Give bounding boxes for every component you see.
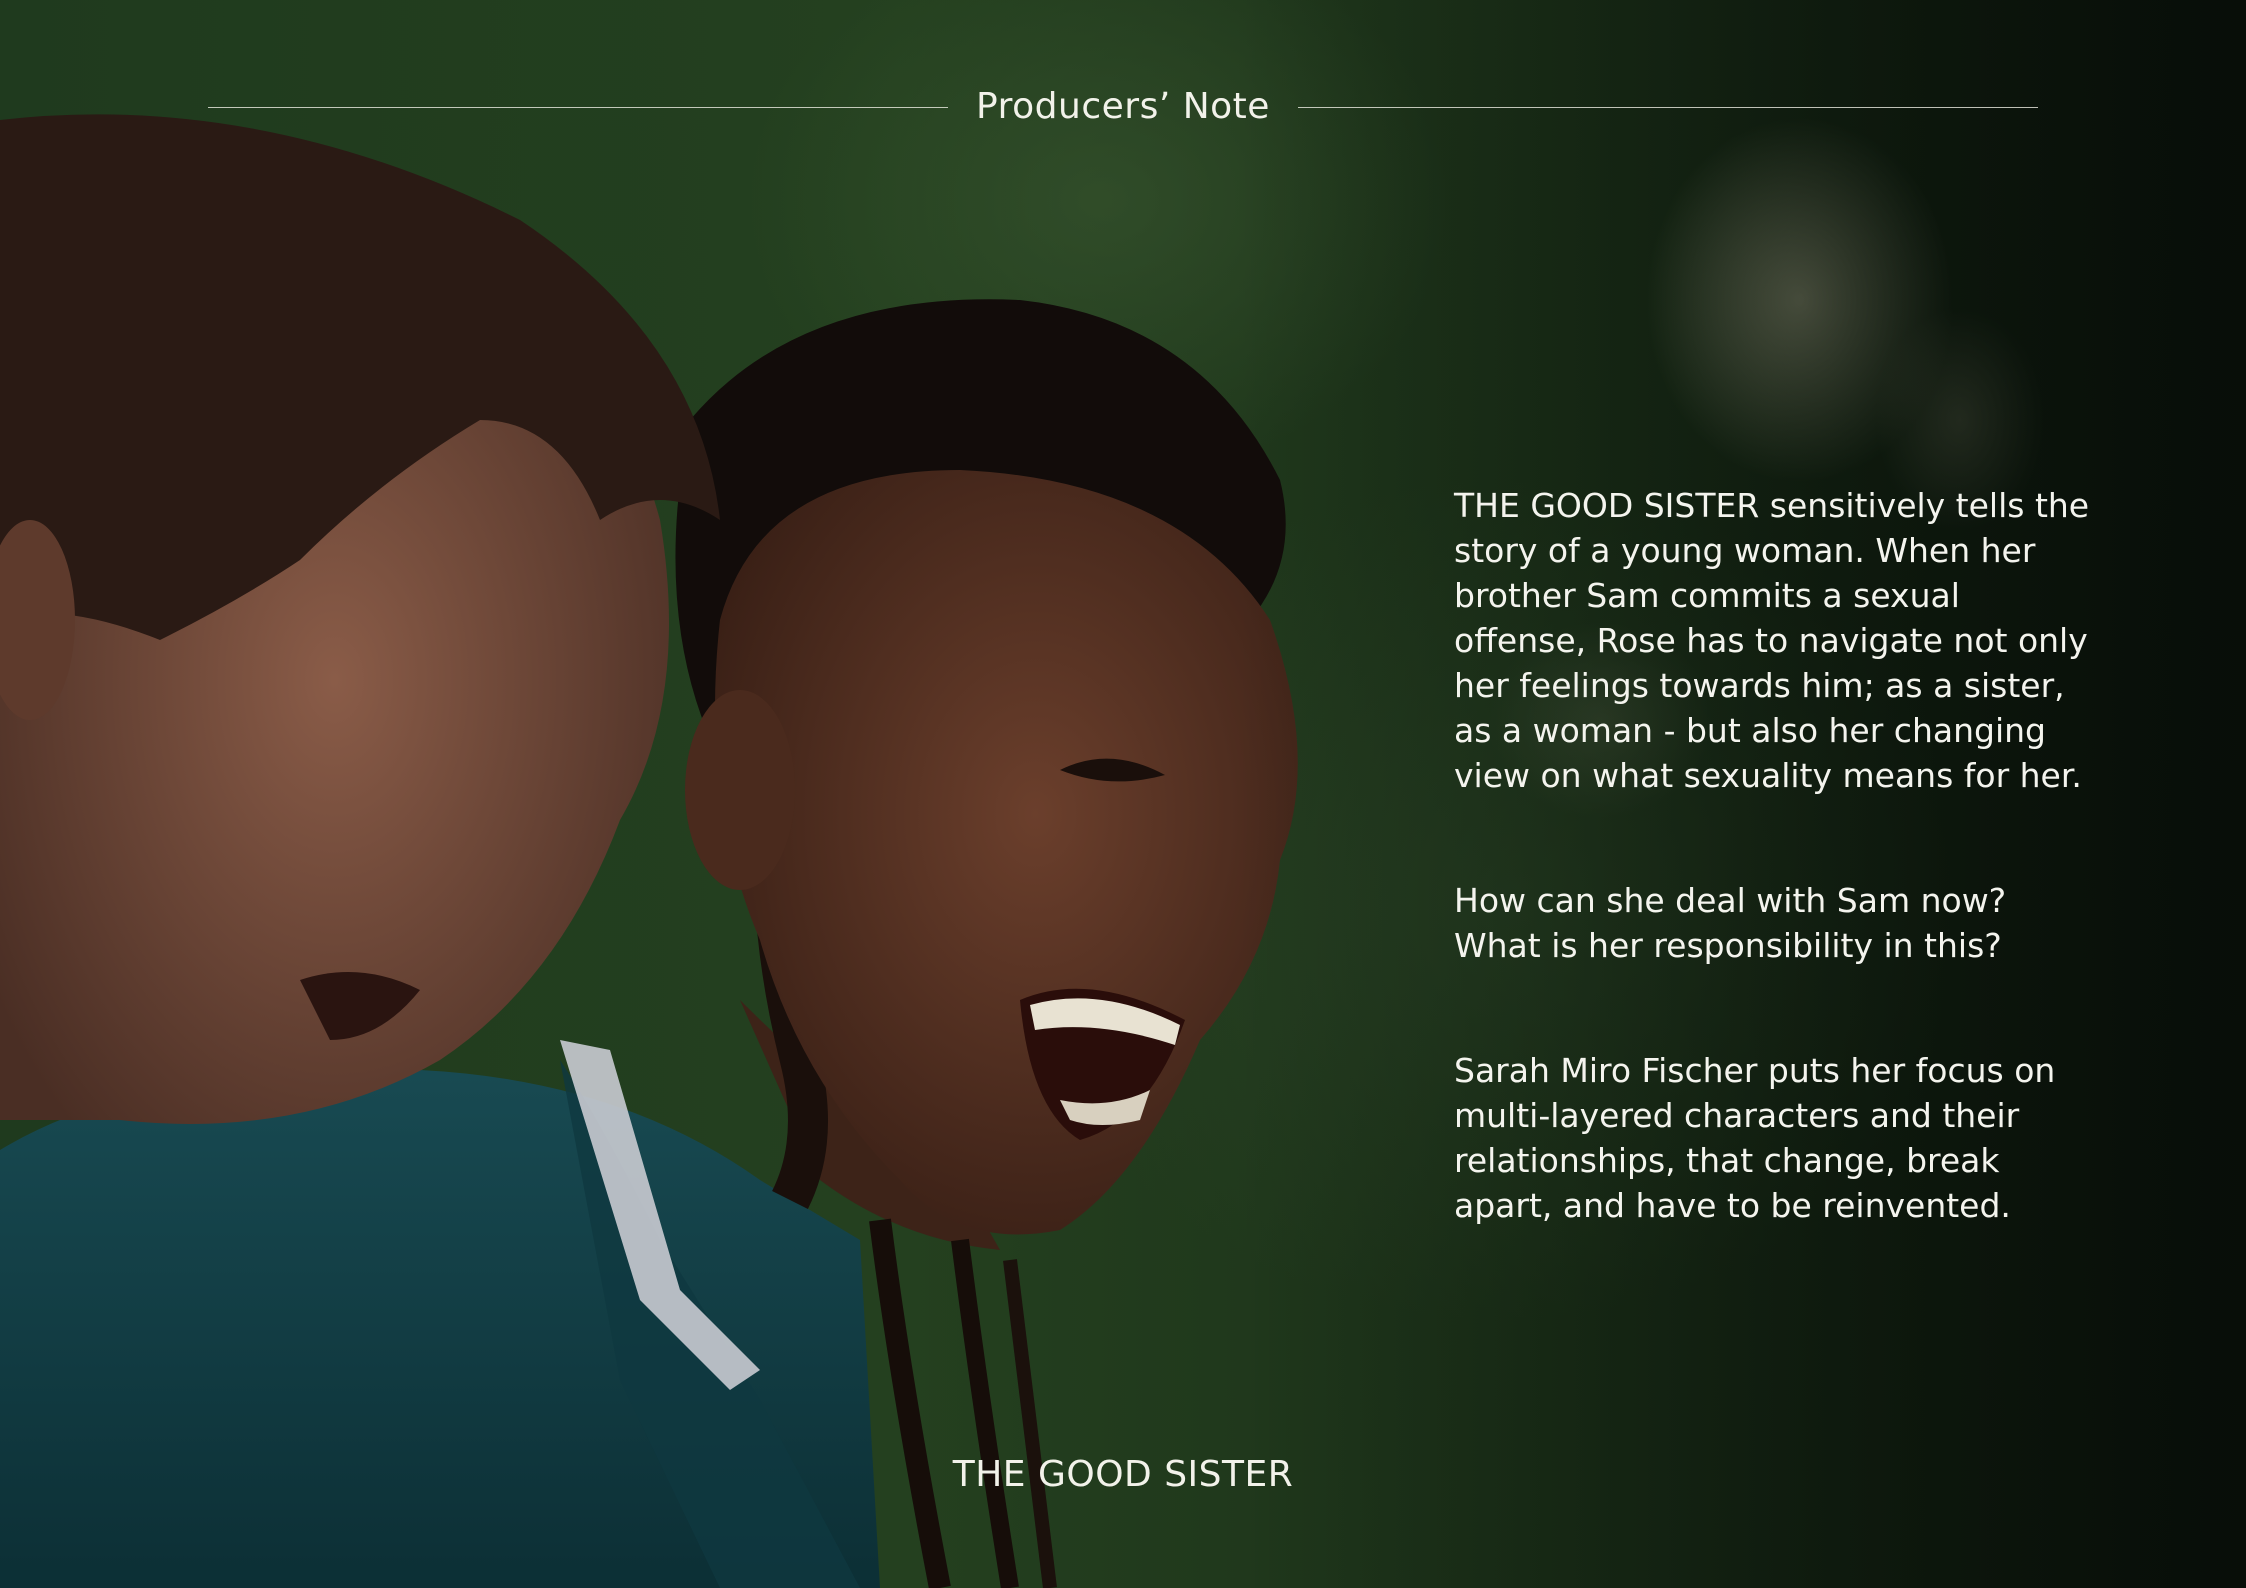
paragraph-questions: How can she deal with Sam now? What is h… xyxy=(1454,881,2007,965)
header-rule-right xyxy=(1298,107,2038,108)
paragraph-synopsis: THE GOOD SISTER sensitively tells the st… xyxy=(1454,486,2090,795)
page-title: Producers’ Note xyxy=(976,86,1270,127)
film-title-footer: THE GOOD SISTER xyxy=(952,1454,1294,1495)
paragraph-director-focus: Sarah Miro Fischer puts her focus on mul… xyxy=(1454,1051,2056,1225)
producers-note-text: THE GOOD SISTER sensitively tells the st… xyxy=(1454,483,2094,1228)
header-rule-left xyxy=(208,107,948,108)
